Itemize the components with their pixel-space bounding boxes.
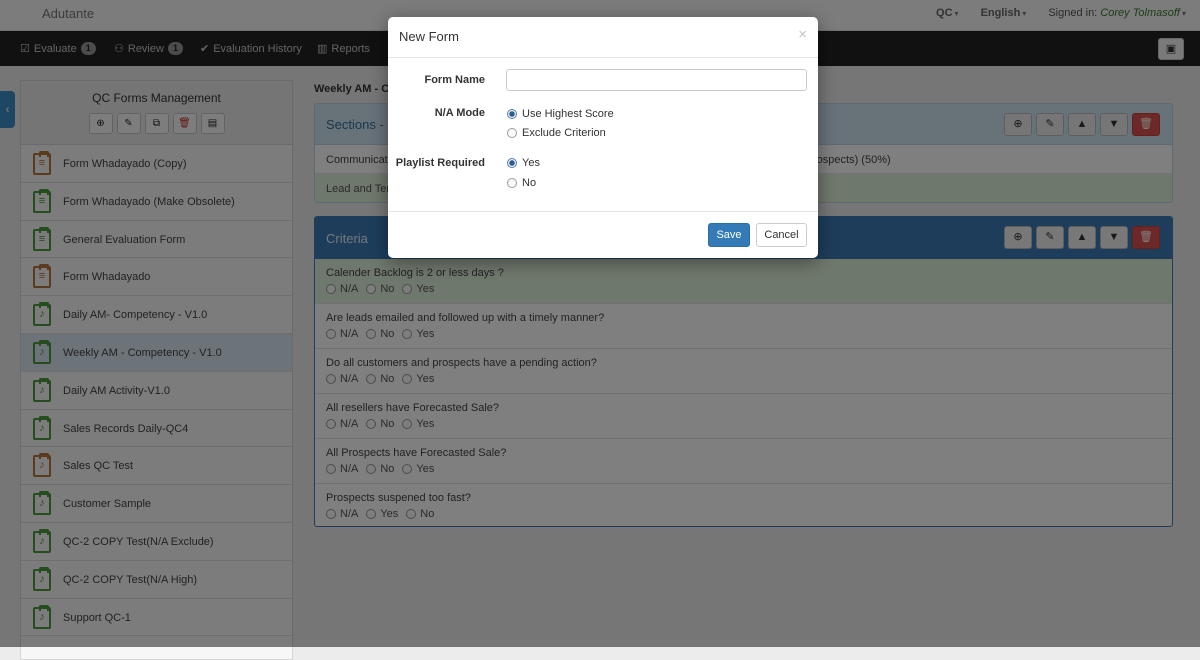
na-mode-exclude-radio[interactable]: Exclude Criterion (507, 127, 606, 139)
na-mode-use-highest-radio[interactable]: Use Highest Score (507, 108, 614, 120)
radio-checked-icon (507, 109, 517, 119)
radio-icon (507, 178, 517, 188)
cancel-button[interactable]: Cancel (756, 223, 807, 247)
na-mode-label: N/A Mode (434, 107, 485, 119)
dialog-header: New Form × (388, 17, 818, 58)
playlist-required-label: Playlist Required (395, 157, 485, 169)
close-icon[interactable]: × (798, 26, 807, 43)
new-form-dialog: New Form × Form Name N/A Mode Use Highes… (388, 17, 818, 258)
radio-checked-icon (507, 158, 517, 168)
dialog-footer: Save Cancel (388, 211, 818, 258)
radio-icon (507, 128, 517, 138)
save-button[interactable]: Save (708, 223, 750, 247)
dialog-title: New Form (399, 29, 459, 44)
playlist-yes-radio[interactable]: Yes (507, 157, 540, 169)
form-name-label: Form Name (424, 74, 485, 86)
form-name-input[interactable] (506, 69, 807, 91)
playlist-no-radio[interactable]: No (507, 177, 536, 189)
